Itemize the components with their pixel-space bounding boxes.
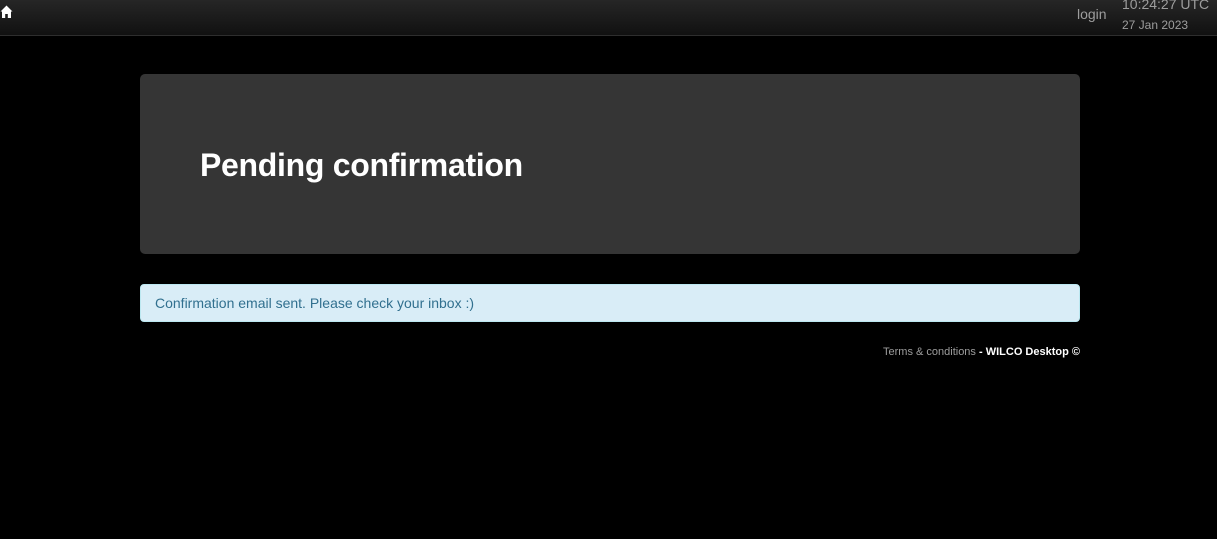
clock-time: 10:24:27 UTC xyxy=(1122,0,1210,12)
clock-date: 27 Jan 2023 xyxy=(1122,18,1189,32)
jumbotron: Pending confirmation xyxy=(140,74,1080,254)
footer-brand: WILCO Desktop © xyxy=(985,346,1080,358)
footer-separator: - xyxy=(975,346,986,358)
clock: 10:24:27 UTC 27 Jan 2023 xyxy=(1122,0,1217,32)
top-navbar: login 10:24:27 UTC 27 Jan 2023 xyxy=(0,0,1217,36)
login-link[interactable]: login xyxy=(1077,6,1107,22)
info-alert: Confirmation email sent. Please check yo… xyxy=(140,284,1080,322)
home-icon[interactable] xyxy=(0,5,13,19)
page-title: Pending confirmation xyxy=(200,147,523,183)
footer: Terms & conditions - WILCO Desktop © xyxy=(883,345,1080,359)
terms-link[interactable]: Terms & conditions xyxy=(883,346,976,358)
